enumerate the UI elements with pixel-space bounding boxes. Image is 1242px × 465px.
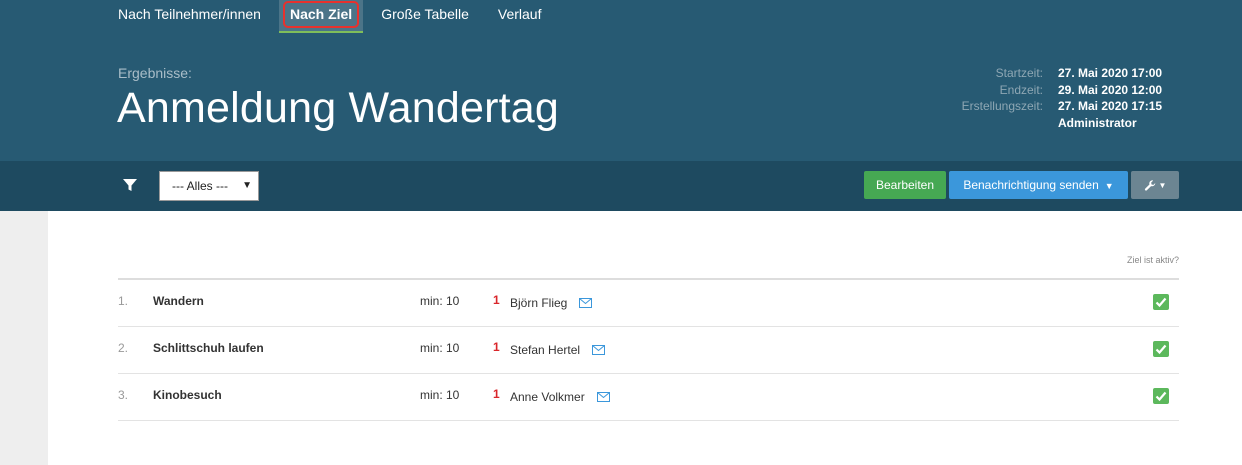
tools-button[interactable]: ▼ [1131,171,1179,199]
caret-down-icon: ▼ [1158,180,1167,190]
goal-name: Schlittschuh laufen [153,341,264,355]
page-title: Anmeldung Wandertag [117,84,560,132]
end-label: Endzeit: [999,82,1043,97]
goal-min: min: 10 [420,388,460,402]
participant: Anne Volkmer [510,390,610,404]
active-column-header: Ziel ist aktiv? [1126,255,1179,265]
goal-min: min: 10 [420,294,460,308]
tab-verlauf[interactable]: Verlauf [487,0,553,30]
page-subtitle: Ergebnisse: [118,65,192,81]
header: Nach Teilnehmer/innen Nach Ziel Große Ta… [0,0,1242,161]
mail-icon[interactable] [592,345,606,355]
caret-down-icon: ▼ [1104,181,1114,191]
send-notification-button[interactable]: Benachrichtigung senden ▼ [949,171,1128,199]
created-value: 27. Mai 2020 17:15 [1058,99,1163,113]
end-value: 29. Mai 2020 12:00 [1058,82,1163,97]
participant-name: Björn Flieg [510,296,568,310]
goal-name: Kinobesuch [153,388,222,402]
wrench-icon [1144,180,1155,191]
send-notification-label: Benachrichtigung senden [963,178,1099,192]
participant-name: Anne Volkmer [510,390,585,404]
toolbar: --- Alles --- ▼ Bearbeiten Benachrichtig… [0,161,1242,211]
tab-nach-teilnehmer[interactable]: Nach Teilnehmer/innen [107,0,272,30]
goal-min: min: 10 [420,341,460,355]
tab-nach-ziel[interactable]: Nach Ziel [278,0,364,33]
item-number: 3. [118,388,129,402]
goal-list: 1. Wandern min: 10 1 Björn Flieg 2. Schl… [118,278,1179,421]
participant-count: 1 [493,340,500,354]
participant-count: 1 [493,293,500,307]
mail-icon[interactable] [596,392,610,402]
list-item: 1. Wandern min: 10 1 Björn Flieg [118,280,1179,327]
start-value: 27. Mai 2020 17:00 [1058,66,1163,80]
item-number: 2. [118,341,129,355]
mail-icon[interactable] [579,298,593,308]
goal-name: Wandern [153,294,204,308]
participant: Björn Flieg [510,296,593,310]
tab-bar: Nach Teilnehmer/innen Nach Ziel Große Ta… [107,0,559,33]
left-gutter [0,211,48,465]
checkbox-checked-icon[interactable] [1153,294,1169,310]
list-item: 2. Schlittschuh laufen min: 10 1 Stefan … [118,327,1179,374]
participant-name: Stefan Hertel [510,343,581,357]
filter-icon[interactable] [122,177,138,193]
checkbox-checked-icon[interactable] [1153,341,1169,357]
filter-select-value: --- Alles --- [172,179,228,193]
poll-meta: Startzeit: 27. Mai 2020 17:00 Endzeit: 2… [940,65,1162,131]
edit-button[interactable]: Bearbeiten [864,171,946,199]
results-panel: Ziel ist aktiv? 1. Wandern min: 10 1 Bjö… [48,211,1242,465]
item-number: 1. [118,294,129,308]
filter-select[interactable]: --- Alles --- ▼ [159,171,259,201]
participant-count: 1 [493,387,500,401]
checkbox-checked-icon[interactable] [1153,388,1169,404]
created-label: Erstellungszeit: [961,99,1043,113]
creator-value: Administrator [1058,115,1137,130]
start-label: Startzeit: [995,66,1043,80]
list-item: 3. Kinobesuch min: 10 1 Anne Volkmer [118,374,1179,421]
tab-grosse-tabelle[interactable]: Große Tabelle [370,0,480,30]
participant: Stefan Hertel [510,343,606,357]
chevron-down-icon: ▼ [242,180,252,191]
